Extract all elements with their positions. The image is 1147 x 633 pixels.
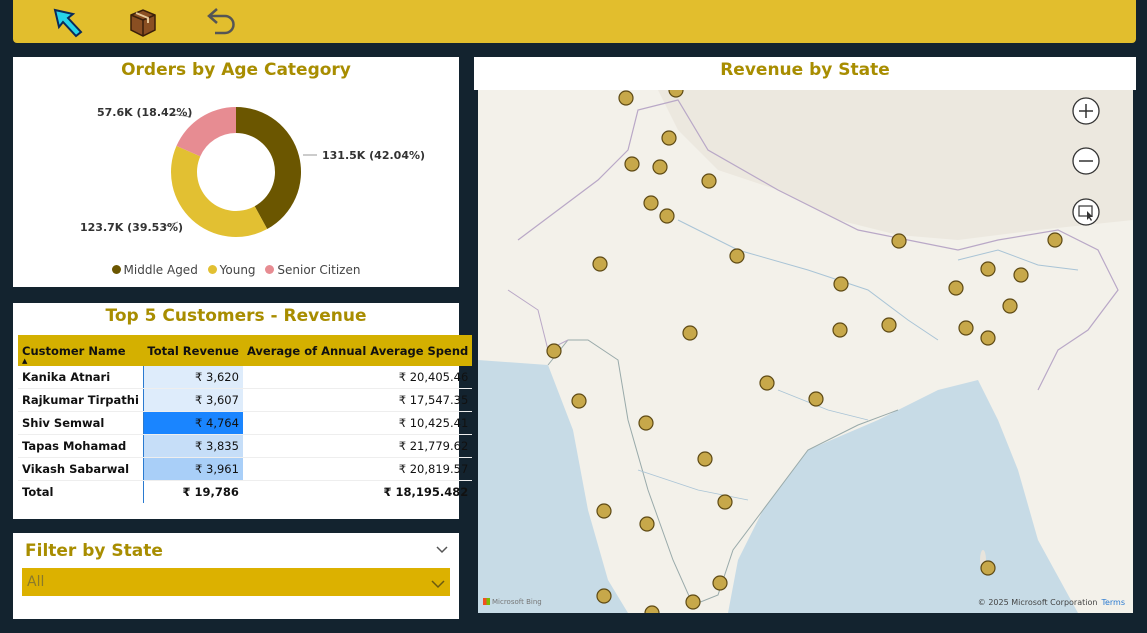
- sort-ascending-icon: ▲: [22, 357, 28, 365]
- cell-avg: ₹ 17,547.35: [242, 388, 473, 412]
- table-row[interactable]: Tapas Mohamad ₹ 3,835 ₹ 21,779.62: [18, 434, 473, 458]
- cell-revenue: ₹ 3,607: [142, 388, 243, 412]
- chevron-down-icon: [430, 575, 446, 589]
- map-header: Revenue by State: [474, 57, 1136, 90]
- table-row[interactable]: Rajkumar Tirpathi ₹ 3,607 ₹ 17,547.35: [18, 388, 473, 412]
- copyright-text: © 2025 Microsoft Corporation: [977, 598, 1098, 607]
- column-header-avg[interactable]: Average of Annual Average Spend: [242, 335, 473, 366]
- cell-revenue: ₹ 3,961: [142, 457, 243, 481]
- total-revenue: ₹ 19,786: [142, 480, 243, 503]
- table-row[interactable]: Shiv Semwal ₹ 4,764 ₹ 10,425.41: [18, 411, 473, 435]
- package-icon[interactable]: [125, 6, 161, 38]
- top-toolbar: [13, 0, 1136, 43]
- terms-link[interactable]: Terms: [1101, 598, 1125, 607]
- cell-customer: Vikash Sabarwal: [18, 457, 144, 481]
- cell-customer: Kanika Atnari: [18, 366, 144, 389]
- legend-label: Middle Aged: [123, 263, 198, 277]
- cell-revenue: ₹ 3,620: [142, 366, 243, 389]
- column-header-customer[interactable]: Customer Name ▲: [18, 335, 144, 366]
- cell-avg: ₹ 21,779.62: [242, 434, 473, 458]
- bing-attribution: Microsoft Bing: [483, 598, 542, 606]
- legend-item-senior[interactable]: Senior Citizen: [265, 263, 360, 277]
- chevron-down-icon[interactable]: [435, 541, 449, 554]
- donut-legend: Middle Aged Young Senior Citizen: [13, 263, 459, 277]
- table-row[interactable]: Kanika Atnari ₹ 3,620 ₹ 20,405.46: [18, 366, 473, 389]
- legend-label: Young: [219, 263, 256, 277]
- map-copyright: © 2025 Microsoft Corporation Terms: [978, 598, 1125, 607]
- back-arrow-icon[interactable]: [51, 6, 87, 38]
- orders-by-age-card: Orders by Age Category 57.6K (18.42%) 13…: [13, 57, 459, 287]
- legend-dot: [111, 265, 121, 274]
- undo-icon[interactable]: [201, 6, 237, 38]
- cell-avg: ₹ 20,819.57: [242, 457, 473, 481]
- state-filter-card: Filter by State All: [13, 533, 459, 619]
- state-dropdown-value: All: [27, 574, 45, 590]
- cell-avg: ₹ 20,405.46: [242, 366, 473, 389]
- slice-label-senior: 57.6K (18.42%): [97, 106, 193, 119]
- state-dropdown[interactable]: All: [22, 568, 450, 596]
- total-avg: ₹ 18,195.482: [383, 485, 469, 499]
- map-title: Revenue by State: [720, 60, 890, 80]
- table-total-row: Total ₹ 19,786 ₹ 18,195.482: [18, 480, 472, 503]
- legend-dot: [207, 265, 217, 274]
- zoom-out-icon[interactable]: [1072, 147, 1100, 175]
- select-area-icon[interactable]: [1072, 198, 1100, 226]
- slice-label-young: 123.7K (39.53%): [80, 221, 184, 234]
- cell-customer: Rajkumar Tirpathi: [18, 388, 144, 412]
- bing-label: Microsoft Bing: [492, 598, 542, 606]
- slice-young[interactable]: [170, 145, 268, 238]
- column-label: Customer Name: [22, 343, 126, 358]
- cell-customer: Shiv Semwal: [18, 411, 144, 435]
- revenue-map[interactable]: Microsoft Bing © 2025 Microsoft Corporat…: [478, 90, 1133, 613]
- legend-item-young[interactable]: Young: [207, 263, 256, 277]
- filter-title: Filter by State: [25, 541, 163, 561]
- map-basemap: [478, 90, 1133, 613]
- cell-customer: Tapas Mohamad: [18, 434, 144, 458]
- microsoft-logo-icon: [483, 598, 490, 605]
- legend-label: Senior Citizen: [277, 263, 361, 277]
- legend-dot: [265, 265, 275, 274]
- table-title: Top 5 Customers - Revenue: [105, 306, 367, 326]
- top-customers-card: Top 5 Customers - Revenue Customer Name …: [13, 303, 473, 519]
- column-header-revenue[interactable]: Total Revenue: [143, 335, 243, 366]
- zoom-in-icon[interactable]: [1072, 97, 1100, 125]
- cell-revenue: ₹ 4,764: [142, 411, 243, 435]
- slice-label-middle: 131.5K (42.04%): [322, 149, 426, 162]
- legend-item-middle[interactable]: Middle Aged: [111, 263, 198, 277]
- customers-table: Customer Name ▲ Total Revenue Average of…: [18, 335, 473, 503]
- total-label: Total: [22, 485, 54, 499]
- cell-avg: ₹ 10,425.41: [242, 411, 473, 435]
- table-row[interactable]: Vikash Sabarwal ₹ 3,961 ₹ 20,819.57: [18, 457, 473, 481]
- cell-revenue: ₹ 3,835: [142, 434, 243, 458]
